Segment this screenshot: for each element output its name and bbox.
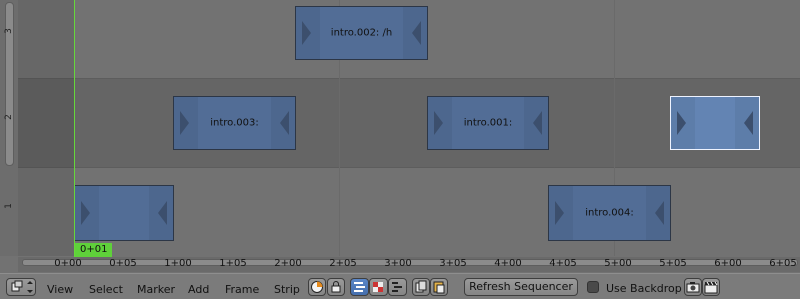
use-backdrop-checkbox[interactable] — [587, 281, 599, 293]
ruler-tick-label: 1+00 — [164, 258, 192, 269]
render-still-button[interactable] — [684, 278, 702, 296]
sequencer-timeline[interactable]: intro.002: /h intro.003: intro.001: intr… — [18, 0, 800, 256]
strip-intro-003[interactable]: intro.003: — [173, 96, 296, 150]
ruler-tick-label: 2+00 — [274, 258, 302, 269]
copy-icon — [415, 280, 427, 293]
copy-button[interactable] — [412, 278, 430, 296]
editor-type-button[interactable] — [6, 278, 36, 296]
menu-add[interactable]: Add — [188, 283, 209, 296]
strip-label: intro.003: — [210, 117, 259, 129]
menu-marker[interactable]: Marker — [137, 283, 175, 296]
strip-channel-1-start[interactable] — [74, 185, 174, 241]
paste-icon — [433, 281, 445, 294]
ruler-tick-label: 2+05 — [329, 258, 357, 269]
lock-icon — [331, 281, 341, 293]
strip-intro-004[interactable]: intro.004: — [548, 185, 671, 241]
strip-intro-002[interactable]: intro.002: /h — [295, 6, 428, 60]
ruler-tick-label: 3+00 — [384, 258, 412, 269]
right-handle-arrow-icon — [744, 111, 753, 135]
channel-gutter: 3 2 1 — [0, 0, 19, 256]
strip-intro-001[interactable]: intro.001: — [427, 96, 549, 150]
ruler-tick-label: 0+00 — [54, 258, 82, 269]
time-ruler[interactable]: 0+00 0+05 1+00 1+05 2+00 2+05 3+00 3+05 … — [18, 257, 800, 272]
current-frame-indicator: 0+01 — [75, 243, 113, 257]
sequencer-view-icon — [354, 282, 365, 292]
camera-icon — [686, 282, 700, 293]
ruler-tick-label: 5+00 — [604, 258, 632, 269]
channel-number-1: 1 — [4, 203, 14, 209]
sequencer-icon — [11, 280, 33, 293]
menu-strip[interactable]: Strip — [274, 283, 300, 296]
render-animation-button[interactable] — [702, 278, 720, 296]
view-preview-button[interactable] — [369, 278, 388, 296]
playhead[interactable] — [74, 0, 75, 257]
checker-preview-icon — [373, 282, 383, 292]
menu-frame[interactable]: Frame — [225, 283, 259, 296]
sequencer-editor: 3 2 1 intro.002: /h intro.003: intro.001… — [0, 0, 800, 299]
strip-selected[interactable] — [670, 96, 760, 150]
ruler-tick-label: 5+05 — [659, 258, 687, 269]
use-backdrop-label: Use Backdrop — [606, 282, 682, 295]
view-both-button[interactable] — [388, 278, 407, 296]
left-handle-arrow-icon — [81, 201, 90, 225]
left-handle-arrow-icon — [677, 111, 686, 135]
ruler-tick-label: 3+05 — [439, 258, 467, 269]
ruler-tick-label: 6+00 — [714, 258, 742, 269]
ruler-tick-label: 4+05 — [549, 258, 577, 269]
ruler-tick-label: 0+05 — [109, 258, 137, 269]
sequencer-preview-icon — [392, 282, 402, 292]
lock-button[interactable] — [327, 278, 345, 296]
channel-number-3: 3 — [4, 28, 14, 34]
right-handle-arrow-icon — [158, 201, 167, 225]
strip-label: intro.002: /h — [330, 27, 393, 39]
channel-number-2: 2 — [4, 114, 14, 120]
scene-clock-icon — [311, 281, 323, 293]
ruler-tick-label: 1+05 — [219, 258, 247, 269]
strip-label: intro.004: — [585, 207, 634, 219]
strip-label: intro.001: — [463, 117, 513, 129]
clapperboard-icon — [704, 281, 718, 294]
ruler-tick-label: 6+05 — [769, 258, 797, 269]
preroll-shade — [18, 0, 74, 256]
sequencer-header: View Select Marker Add Frame Strip Refre… — [0, 273, 800, 299]
view-sequencer-button[interactable] — [350, 278, 369, 296]
scene-button[interactable] — [308, 278, 326, 296]
menu-view[interactable]: View — [47, 283, 73, 296]
menu-select[interactable]: Select — [89, 283, 123, 296]
refresh-sequencer-button[interactable]: Refresh Sequencer — [464, 278, 578, 296]
paste-button[interactable] — [430, 278, 448, 296]
ruler-tick-label: 4+00 — [494, 258, 522, 269]
